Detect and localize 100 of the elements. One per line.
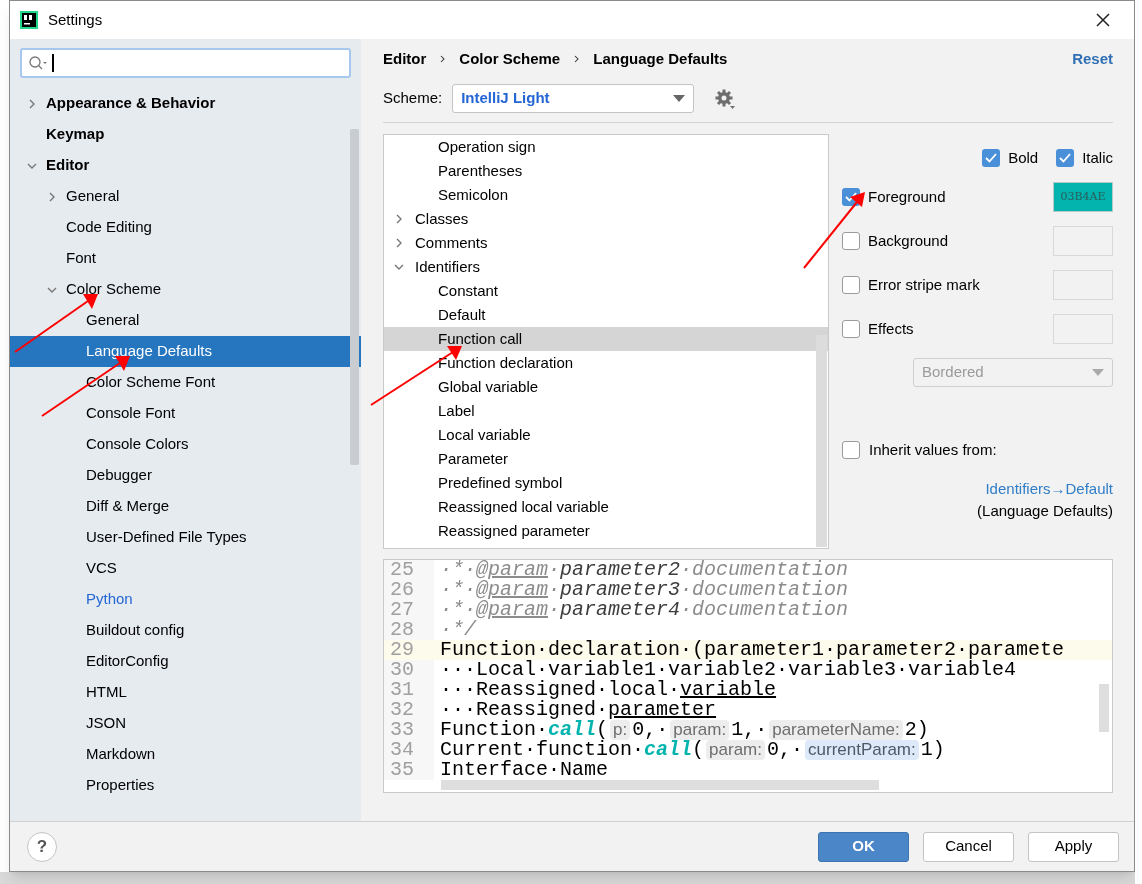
dialog-button[interactable]: Cancel	[923, 831, 1014, 862]
code-token: ·*·	[440, 560, 476, 580]
parameter-hint: param:	[670, 720, 730, 740]
dialog-button[interactable]: Apply	[1028, 831, 1119, 862]
sidebar-item[interactable]: User-Defined File Types	[10, 522, 361, 553]
code-token: parameter2	[560, 560, 681, 580]
app-logo-icon	[20, 11, 38, 29]
parameter-hint: param:	[706, 740, 765, 760]
attribute-item[interactable]: Operation sign	[384, 135, 828, 159]
color-swatch[interactable]	[1053, 226, 1113, 256]
sidebar-item[interactable]: HTML	[10, 677, 361, 708]
code-token: call	[644, 740, 693, 760]
attribute-item[interactable]: Predefined symbol	[384, 471, 828, 495]
reset-link[interactable]: Reset	[1072, 47, 1113, 71]
checkbox[interactable]	[842, 276, 860, 294]
code-token: 1)	[920, 740, 945, 760]
code-token: (	[692, 740, 705, 760]
sidebar-item[interactable]: Console Font	[10, 398, 361, 429]
attribute-item[interactable]: Comments	[384, 231, 828, 255]
sidebar-item[interactable]: Python	[10, 584, 361, 615]
line-number: 28	[384, 620, 434, 640]
code-token: (	[596, 720, 609, 740]
close-icon[interactable]	[1096, 13, 1110, 27]
sidebar-item[interactable]: VCS	[10, 553, 361, 584]
sidebar-item[interactable]: Language Defaults	[10, 336, 361, 367]
code-token: Function·declaration·(parameter1·parameter2·paramete	[440, 640, 1065, 660]
attribute-item[interactable]: Constant	[384, 279, 828, 303]
line-number: 25	[384, 560, 434, 580]
code-token: ···Local·variable1·variable2·variable3·variable4	[440, 660, 1017, 680]
checkbox[interactable]	[982, 149, 1001, 167]
checkbox[interactable]	[842, 320, 860, 338]
line-number: 30	[384, 660, 434, 680]
code-token: 0,·	[632, 720, 669, 740]
attribute-item[interactable]: Function declaration	[384, 351, 828, 375]
sidebar-item[interactable]: Code Editing	[10, 212, 361, 243]
checkbox[interactable]	[842, 232, 860, 250]
attribute-item[interactable]: Semicolon	[384, 183, 828, 207]
line-number: 34	[384, 740, 434, 760]
option-label: Background	[868, 230, 950, 251]
attribute-item[interactable]: Label	[384, 399, 828, 423]
sidebar-item[interactable]: Diff & Merge	[10, 491, 361, 522]
attribute-item[interactable]: Global variable	[384, 375, 828, 399]
checkbox[interactable]	[842, 441, 860, 460]
scrollbar[interactable]	[1099, 684, 1109, 732]
code-token: Function·	[440, 720, 549, 740]
attribute-item[interactable]: Function call	[384, 327, 828, 351]
caret-icon	[673, 95, 686, 102]
dialog-button[interactable]: OK	[818, 831, 909, 862]
settings-icon[interactable]	[714, 87, 737, 110]
sidebar-item[interactable]: Font	[10, 243, 361, 274]
sidebar-item[interactable]: Appearance & Behavior	[10, 88, 361, 119]
scrollbar[interactable]	[441, 780, 879, 790]
sidebar-item[interactable]: Buildout config	[10, 615, 361, 646]
attribute-item[interactable]: Parentheses	[384, 159, 828, 183]
sidebar-item[interactable]: General	[10, 181, 361, 212]
scrollbar[interactable]	[350, 129, 359, 465]
attribute-item[interactable]: Reassigned parameter	[384, 519, 828, 543]
code-token: 0,·	[767, 740, 803, 760]
code-token: @param	[476, 560, 549, 580]
help-button[interactable]: ?	[27, 831, 57, 862]
attribute-item[interactable]: Parameter	[384, 447, 828, 471]
sidebar-item[interactable]: Markdown	[10, 739, 361, 770]
code-token: ·*·	[440, 600, 476, 620]
code-token: ·	[548, 560, 561, 580]
code-token: ···Reassigned·local·	[440, 680, 681, 700]
attribute-item[interactable]: Classes	[384, 207, 828, 231]
code-token: ·documentation	[680, 560, 849, 580]
sidebar-item[interactable]: Console Colors	[10, 429, 361, 460]
sidebar-item[interactable]: Color Scheme	[10, 274, 361, 305]
sidebar-item[interactable]: Keymap	[10, 119, 361, 150]
sidebar-item[interactable]: Properties	[10, 770, 361, 801]
inherit-label: Inherit values from:	[869, 440, 997, 460]
sidebar-item[interactable]: Debugger	[10, 460, 361, 491]
code-token: Current·function·	[440, 740, 645, 760]
sidebar-item[interactable]: EditorConfig	[10, 646, 361, 677]
attribute-item[interactable]: Reassigned local variable	[384, 495, 828, 519]
breadcrumb-item[interactable]: Color Scheme	[459, 47, 561, 71]
scrollbar[interactable]	[816, 335, 827, 547]
sidebar-item[interactable]: General	[10, 305, 361, 336]
line-number: 33	[384, 720, 434, 740]
line-number: 32	[384, 700, 434, 720]
breadcrumb-item[interactable]: Language Defaults	[593, 47, 728, 71]
attribute-item[interactable]: Local variable	[384, 423, 828, 447]
code-token: ·*/	[440, 620, 476, 640]
code-token: ·	[548, 580, 561, 600]
inherit-link[interactable]: Identifiers→Default	[985, 477, 1113, 500]
scheme-dropdown[interactable]: IntelliJ Light	[452, 84, 695, 113]
code-token: ·	[548, 600, 561, 620]
sidebar-item[interactable]: Editor	[10, 150, 361, 181]
attribute-item[interactable]: Default	[384, 303, 828, 327]
breadcrumb-item[interactable]: Editor	[383, 47, 427, 71]
line-number: 26	[384, 580, 434, 600]
line-number: 35	[384, 760, 434, 780]
search-field[interactable]	[20, 48, 351, 78]
color-swatch[interactable]	[1053, 314, 1113, 344]
attribute-item[interactable]: Identifiers	[384, 255, 828, 279]
sidebar-item[interactable]: JSON	[10, 708, 361, 739]
color-swatch[interactable]	[1053, 270, 1113, 300]
code-token: @param	[476, 580, 549, 600]
checkbox[interactable]	[1056, 149, 1075, 167]
